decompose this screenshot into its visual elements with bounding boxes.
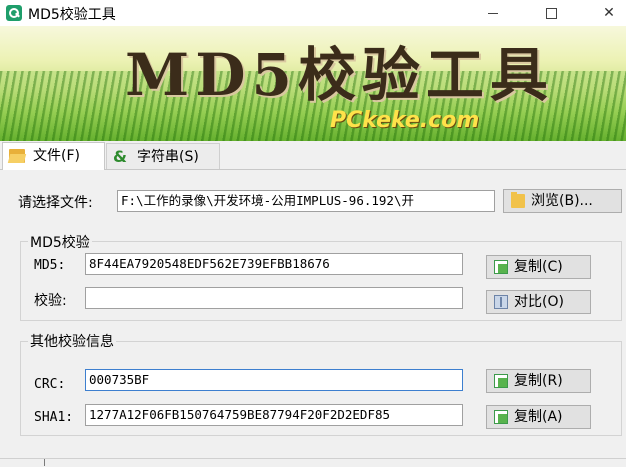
tab-string[interactable]: & 字符串(S) <box>106 143 220 169</box>
window-title: MD5校验工具 <box>28 7 116 23</box>
compare-icon <box>494 295 508 309</box>
md5-label: MD5: <box>34 258 66 273</box>
copy-sha1-button[interactable]: 复制(A) <box>486 405 591 429</box>
browse-label: 浏览(B)... <box>531 193 593 209</box>
folder-icon <box>511 192 525 208</box>
md5-value-field[interactable]: 8F44EA7920548EDF562E739EFBB18676 <box>85 253 463 275</box>
verify-input[interactable] <box>85 287 463 309</box>
copy-sha1-label: 复制(A) <box>514 409 563 425</box>
file-path-input[interactable]: F:\工作的录像\开发环境-公用IMPLUS-96.192\开 <box>117 190 495 212</box>
banner-subtitle: PCkeke.com <box>330 108 480 133</box>
crc-label: CRC: <box>34 377 66 392</box>
verify-label: 校验: <box>34 293 67 309</box>
copy-icon <box>494 374 508 388</box>
sha1-value-field[interactable]: 1277A12F06FB150764759BE87794F20F2D2EDF85 <box>85 404 463 426</box>
minimize-button[interactable] <box>472 0 518 26</box>
other-group-title: 其他校验信息 <box>28 331 116 351</box>
title-bar: MD5校验工具 ✕ <box>0 0 626 26</box>
app-key-icon <box>6 5 22 21</box>
file-label: 请选择文件: <box>18 195 93 211</box>
copy-md5-label: 复制(C) <box>514 259 563 275</box>
banner-title: MD5校验工具 <box>125 41 554 109</box>
ampersand-icon: & <box>113 147 127 166</box>
status-divider <box>44 459 45 466</box>
tab-strip: 文件(F) & 字符串(S) <box>0 141 626 170</box>
compare-label: 对比(O) <box>514 294 564 310</box>
sha1-label: SHA1: <box>34 410 74 425</box>
copy-crc-button[interactable]: 复制(R) <box>486 369 591 393</box>
close-button[interactable]: ✕ <box>586 0 626 26</box>
copy-md5-button[interactable]: 复制(C) <box>486 255 591 279</box>
compare-button[interactable]: 对比(O) <box>486 290 591 314</box>
copy-icon <box>494 260 508 274</box>
copy-icon <box>494 410 508 424</box>
open-folder-icon <box>9 149 25 163</box>
tab-file-label: 文件(F) <box>33 148 80 164</box>
md5-group-title: MD5校验 <box>28 232 92 252</box>
tab-string-label: 字符串(S) <box>137 149 199 165</box>
copy-crc-label: 复制(R) <box>514 373 563 389</box>
tab-file[interactable]: 文件(F) <box>2 142 105 170</box>
header-banner: MD5校验工具 PCkeke.com <box>0 26 626 141</box>
maximize-button[interactable] <box>530 0 576 26</box>
crc-value-field[interactable]: 000735BF <box>85 369 463 391</box>
browse-button[interactable]: 浏览(B)... <box>503 189 622 213</box>
